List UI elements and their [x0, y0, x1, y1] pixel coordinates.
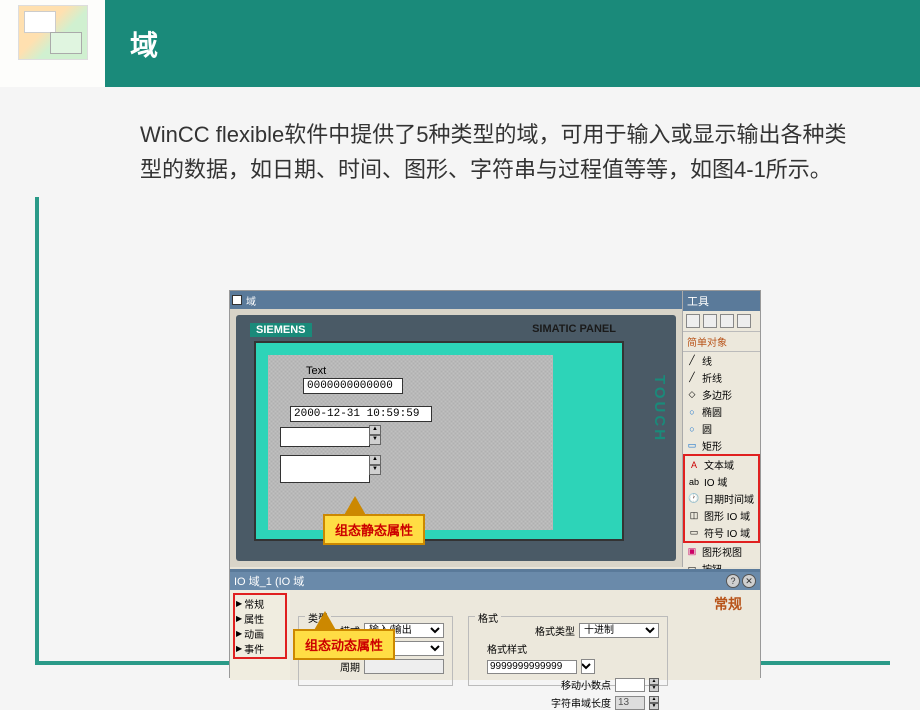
circle-icon: ○ [686, 423, 698, 435]
field-spinner-2[interactable]: ▲ ▼ [369, 455, 381, 475]
tool-icon[interactable] [737, 314, 751, 328]
wincc-screenshot: 域 ◁ ▷ ✕ SIEMENS SIMATIC PANEL TOUCH Text… [229, 290, 761, 678]
io-field-numeric[interactable]: 0000000000000 [303, 378, 403, 394]
arrow-icon: ▶ [236, 614, 242, 623]
tree-events[interactable]: ▶事件 [236, 641, 284, 656]
spin-down-icon[interactable]: ▼ [369, 435, 381, 445]
tool-polygon[interactable]: ◇多边形 [683, 386, 760, 403]
text-field-label: Text [306, 365, 543, 377]
description-text: WinCC flexible软件中提供了5种类型的域，可用于输入或显示输出各种类… [140, 117, 865, 187]
pattern-dropdown[interactable] [581, 659, 595, 674]
io-fields-section: A文本域 abIO 域 🕐日期时间域 ◫图形 IO 域 ▭符号 IO 域 [683, 454, 760, 543]
shapes-section: ╱线 ╱折线 ◇多边形 ○椭圆 ○圆 ▭矩形 [683, 352, 760, 454]
tree-highlight: ▶常规 ▶属性 ▶动画 ▶事件 [233, 593, 287, 659]
tool-ellipse[interactable]: ○椭圆 [683, 403, 760, 420]
panel-model-label: SIMATIC PANEL [532, 323, 616, 335]
line-icon: ╱ [686, 355, 698, 367]
logo-image [18, 5, 88, 60]
tree-animation[interactable]: ▶动画 [236, 626, 284, 641]
format-fieldset: 格式 格式类型 十进制 格式样式 [468, 616, 668, 686]
polyline-icon: ╱ [686, 372, 698, 384]
props-section-title: 常规 [298, 594, 752, 614]
len-label: 字符串域长度 [551, 695, 611, 710]
tools-category[interactable]: 简单对象 [683, 332, 760, 352]
cycle-input[interactable] [364, 659, 444, 674]
tool-circle[interactable]: ○圆 [683, 420, 760, 437]
len-spinner[interactable]: ▲▼ [649, 696, 659, 710]
decorative-vbar [35, 197, 39, 665]
page-title: 域 [105, 0, 920, 87]
design-canvas: SIEMENS SIMATIC PANEL TOUCH Text 0000000… [230, 309, 682, 567]
format-type-label: 格式类型 [535, 623, 575, 638]
ellipse-icon: ○ [686, 406, 698, 418]
io-icon: ab [688, 476, 700, 488]
tool-polyline[interactable]: ╱折线 [683, 369, 760, 386]
hmi-panel-frame: SIEMENS SIMATIC PANEL TOUCH Text 0000000… [236, 315, 676, 561]
pattern-input[interactable] [487, 660, 577, 674]
graphic-icon: ◫ [688, 510, 700, 522]
pointer-tool-icon[interactable] [686, 314, 700, 328]
image-icon: ▣ [686, 546, 698, 558]
format-type-select[interactable]: 十进制 [579, 623, 659, 638]
tools-panel: 工具 简单对象 ╱线 ╱折线 ◇多边形 ○椭圆 ○圆 ▭矩形 A文本域 abIO… [682, 291, 760, 567]
tool-rect[interactable]: ▭矩形 [683, 437, 760, 454]
callout-static: 组态静态属性 [323, 514, 425, 545]
props-header-title: IO 域_1 (IO 域 [234, 573, 304, 589]
tools-icon-row [683, 311, 760, 332]
spin-up-icon[interactable]: ▲ [369, 455, 381, 465]
cycle-label: 周期 [340, 659, 360, 674]
arrow-icon: ▶ [236, 629, 242, 638]
editor-tab-bar: 域 ◁ ▷ ✕ [230, 291, 760, 309]
tool-symbol-io[interactable]: ▭符号 IO 域 [685, 524, 758, 541]
datetime-field[interactable]: 2000-12-31 10:59:59 [290, 406, 432, 422]
tab-label[interactable]: 域 [246, 293, 256, 308]
props-tree: ▶常规 ▶属性 ▶动画 ▶事件 [230, 590, 290, 680]
tool-icon[interactable] [720, 314, 734, 328]
text-icon: A [688, 459, 700, 471]
tree-properties[interactable]: ▶属性 [236, 611, 284, 626]
logo-area [0, 0, 105, 87]
tool-icon[interactable] [703, 314, 717, 328]
clock-icon: 🕐 [688, 493, 700, 505]
tool-datetime-field[interactable]: 🕐日期时间域 [685, 490, 758, 507]
spin-up-icon[interactable]: ▲ [369, 425, 381, 435]
field-grid-area: Text 0000000000000 2000-12-31 10:59:59 ▲… [268, 355, 553, 530]
touch-label: TOUCH [651, 375, 668, 443]
callout-dynamic: 组态动态属性 [293, 629, 395, 660]
field-spinner[interactable]: ▲ ▼ [369, 425, 381, 445]
symbol-icon: ▭ [688, 527, 700, 539]
tool-line[interactable]: ╱线 [683, 352, 760, 369]
graphic-io-field[interactable] [280, 427, 370, 447]
tab-icon [232, 295, 242, 305]
siemens-logo: SIEMENS [250, 323, 312, 337]
tool-graphic-view[interactable]: ▣图形视图 [683, 543, 760, 560]
tool-text-field[interactable]: A文本域 [685, 456, 758, 473]
dec-input[interactable] [615, 678, 645, 692]
tool-io-field[interactable]: abIO 域 [685, 473, 758, 490]
properties-panel: IO 域_1 (IO 域 ? ✕ ▶常规 ▶属性 ▶动画 ▶事件 常规 [230, 569, 760, 677]
close-button[interactable]: ✕ [742, 574, 756, 588]
legend-format: 格式 [475, 610, 501, 625]
symbolic-io-field[interactable] [280, 455, 370, 483]
len-input [615, 696, 645, 710]
hmi-screen[interactable]: Text 0000000000000 2000-12-31 10:59:59 ▲… [254, 341, 624, 541]
pattern-label: 格式样式 [487, 641, 527, 656]
dec-spinner[interactable]: ▲▼ [649, 678, 659, 692]
arrow-icon: ▶ [236, 644, 242, 653]
help-button[interactable]: ? [726, 574, 740, 588]
tools-header: 工具 [683, 291, 760, 311]
tool-graphic-io[interactable]: ◫图形 IO 域 [685, 507, 758, 524]
polygon-icon: ◇ [686, 389, 698, 401]
tree-general[interactable]: ▶常规 [236, 596, 284, 611]
arrow-icon: ▶ [236, 599, 242, 608]
spin-down-icon[interactable]: ▼ [369, 465, 381, 475]
rect-icon: ▭ [686, 440, 698, 452]
